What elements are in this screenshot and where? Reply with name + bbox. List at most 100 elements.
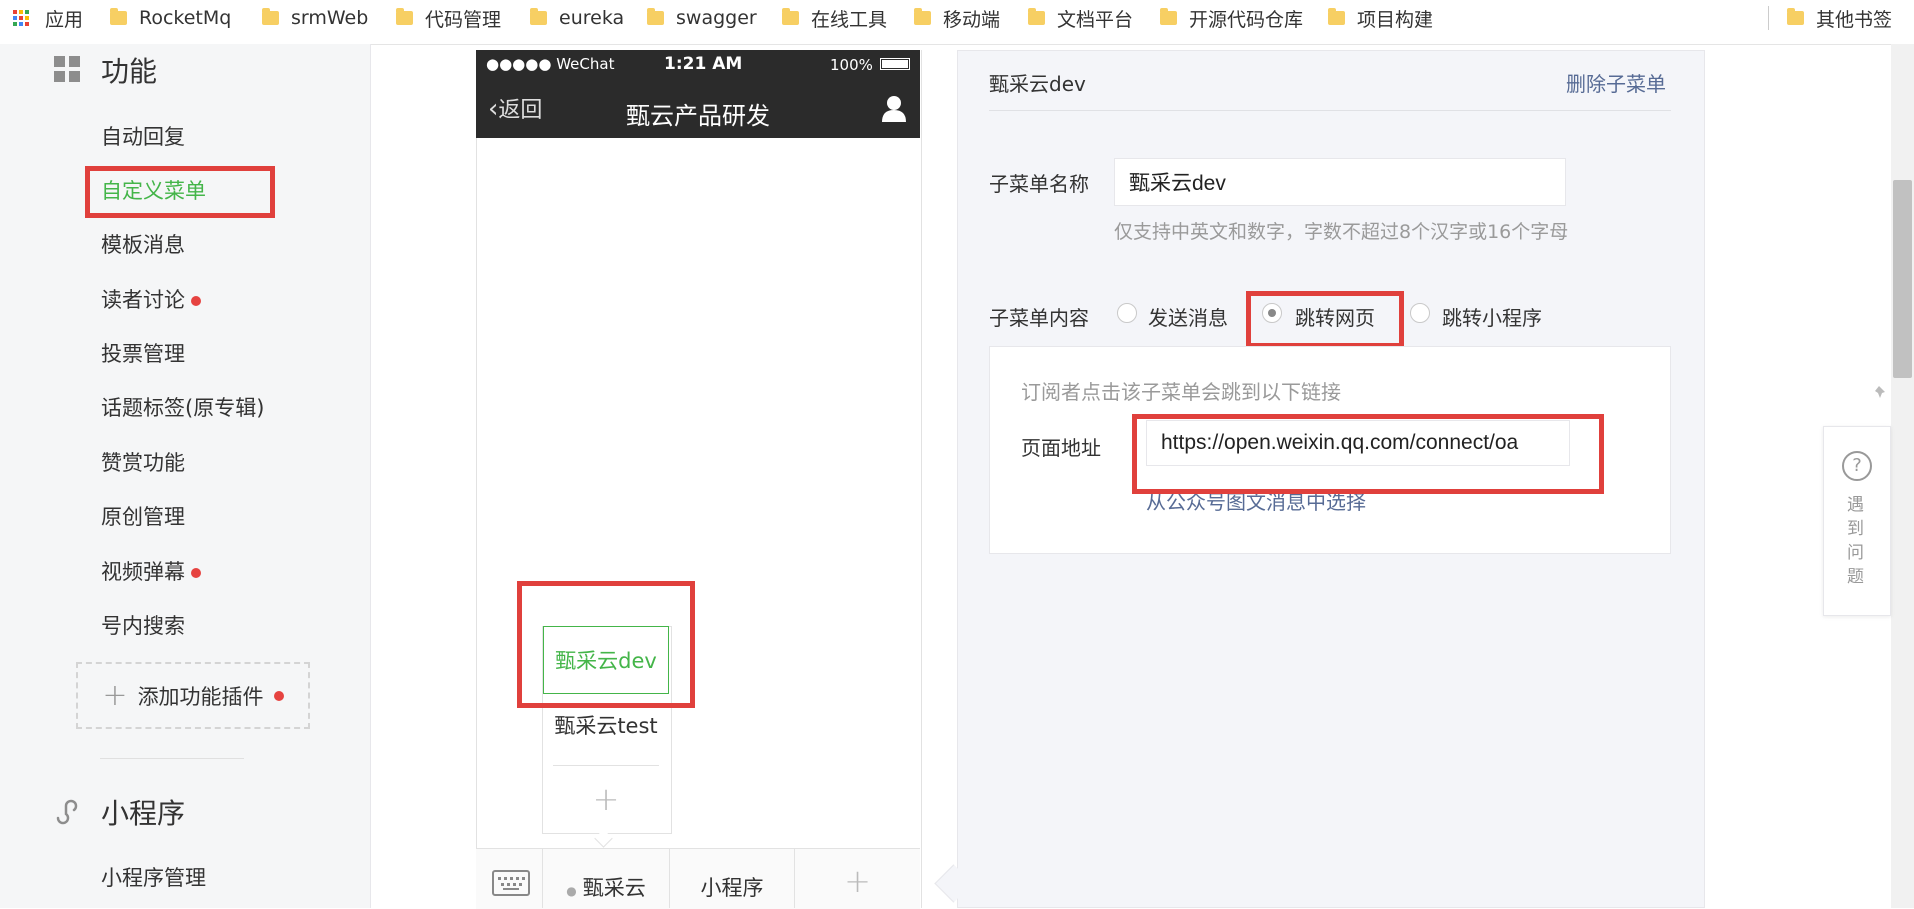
sidebar-item-topic-tags[interactable]: 话题标签(原专辑) xyxy=(101,392,264,422)
bookmark-rocketmq[interactable]: RocketMq xyxy=(110,0,231,36)
radio-send-message[interactable] xyxy=(1117,303,1137,323)
bookmarks-bar: 应用 RocketMq srmWeb 代码管理 eureka swagger 在… xyxy=(0,0,1914,45)
folder-icon xyxy=(647,8,664,25)
highlight-box-url xyxy=(1132,414,1604,494)
status-time: 1:21 AM xyxy=(664,54,743,74)
bottom-menu-item[interactable]: ● 甄采云 xyxy=(543,872,669,902)
editor-header-name: 甄采云dev xyxy=(989,72,1086,96)
sidebar-item-template-msg[interactable]: 模板消息 xyxy=(101,229,185,259)
submenu-content-label: 子菜单内容 xyxy=(989,306,1089,330)
bookmark-label: swagger xyxy=(676,7,757,29)
folder-icon xyxy=(1160,8,1177,25)
highlight-box-custom-menu xyxy=(85,166,275,218)
sidebar-item-vote[interactable]: 投票管理 xyxy=(101,338,185,368)
mini-program-icon xyxy=(52,796,82,826)
submenu-item[interactable]: 甄采云test xyxy=(543,710,669,740)
option-send-message[interactable]: 发送消息 xyxy=(1148,302,1228,331)
bookmark-docs[interactable]: 文档平台 xyxy=(1028,0,1133,36)
bookmark-mobile[interactable]: 移动端 xyxy=(914,0,1000,36)
phone-header: ●●●●● WeChat 1:21 AM 100% ‹返回 甄云产品研发 xyxy=(476,50,920,138)
highlight-box-submenu xyxy=(517,581,695,708)
delete-submenu-link[interactable]: 删除子菜单 xyxy=(1566,68,1666,97)
editor-header-divider xyxy=(989,110,1671,111)
radio-jump-mini-program[interactable] xyxy=(1410,303,1430,323)
section-title-mini-program: 小程序 xyxy=(101,797,186,830)
bookmark-label: srmWeb xyxy=(291,7,369,29)
grid-icon xyxy=(54,56,80,82)
link-description: 订阅者点击该子菜单会跳到以下链接 xyxy=(1021,380,1341,404)
apps-grid-icon xyxy=(13,10,29,26)
bookmark-online-tools[interactable]: 在线工具 xyxy=(782,0,887,36)
sidebar-item-reader-discussion[interactable]: 读者讨论 xyxy=(101,284,201,314)
sidebar-item-search[interactable]: 号内搜索 xyxy=(101,610,185,640)
plus-icon: + xyxy=(592,780,620,818)
user-icon[interactable] xyxy=(880,94,908,122)
bookmark-other[interactable]: 其他书签 xyxy=(1787,0,1892,36)
scrollbar-track[interactable] xyxy=(1891,44,1914,908)
bookmark-project-build[interactable]: 项目构建 xyxy=(1328,0,1433,36)
url-label: 页面地址 xyxy=(1021,436,1101,460)
highlight-box-option xyxy=(1246,291,1404,348)
bookmark-label: 其他书签 xyxy=(1816,8,1893,31)
submenu-divider xyxy=(553,765,659,766)
folder-icon xyxy=(110,8,127,25)
section-title-features: 功能 xyxy=(101,55,158,88)
notification-dot xyxy=(191,296,201,306)
apps-bookmark[interactable]: 应用 xyxy=(13,0,83,36)
plus-icon: + xyxy=(102,678,128,713)
sidebar-item-label: 读者讨论 xyxy=(101,288,185,312)
submenu-name-hint: 仅支持中英文和数字，字数不超过8个汉字或16个字母 xyxy=(1114,221,1569,243)
plus-icon: + xyxy=(844,862,871,900)
bookmark-label: 开源代码仓库 xyxy=(1189,8,1304,31)
submenu-label: 甄采云test xyxy=(554,714,658,738)
folder-icon xyxy=(262,8,279,25)
dot-icon: ● xyxy=(566,884,577,898)
bottom-menu-label: 甄采云 xyxy=(582,876,646,900)
bottom-menu-label: 小程序 xyxy=(700,876,764,900)
sidebar-item-video-danmu[interactable]: 视频弹幕 xyxy=(101,556,201,586)
bottom-menu-item[interactable]: 小程序 xyxy=(670,872,794,902)
sidebar-item-original[interactable]: 原创管理 xyxy=(101,501,185,531)
help-widget[interactable]: ? 遇到问题 xyxy=(1823,426,1891,616)
question-icon: ? xyxy=(1842,451,1872,481)
folder-icon xyxy=(1787,8,1804,25)
notification-dot xyxy=(191,568,201,578)
bookmark-code-management[interactable]: 代码管理 xyxy=(396,0,501,36)
add-menu-button[interactable]: + xyxy=(795,862,920,900)
keyboard-icon[interactable] xyxy=(492,870,530,896)
folder-icon xyxy=(1028,8,1045,25)
folder-icon xyxy=(782,8,799,25)
submenu-name-input[interactable] xyxy=(1114,158,1566,206)
add-plugin-button[interactable]: + 添加功能插件 xyxy=(76,662,310,729)
sidebar-item-auto-reply[interactable]: 自动回复 xyxy=(101,121,185,151)
battery-text: 100% xyxy=(830,56,873,74)
bookmark-eureka[interactable]: eureka xyxy=(530,0,624,36)
pin-icon xyxy=(1874,384,1888,398)
sidebar-item-label: 视频弹幕 xyxy=(101,560,185,584)
bookmark-open-source[interactable]: 开源代码仓库 xyxy=(1160,0,1303,36)
bookmark-divider xyxy=(1768,6,1769,30)
notification-dot xyxy=(273,690,284,701)
help-text: 遇到问题 xyxy=(1847,495,1864,587)
bookmark-label: 移动端 xyxy=(943,8,1001,31)
battery-icon xyxy=(880,58,910,70)
bookmark-label: 代码管理 xyxy=(425,8,502,31)
folder-icon xyxy=(1328,8,1345,25)
phone-title: 甄云产品研发 xyxy=(626,102,770,130)
carrier-text: ●●●●● WeChat xyxy=(486,55,615,73)
bookmark-swagger[interactable]: swagger xyxy=(647,0,757,36)
scrollbar-thumb[interactable] xyxy=(1893,180,1912,378)
sidebar-item-reward[interactable]: 赞赏功能 xyxy=(101,447,185,477)
bookmark-label: 项目构建 xyxy=(1357,8,1434,31)
sidebar-item-mini-program-management[interactable]: 小程序管理 xyxy=(101,862,206,892)
bookmark-label: RocketMq xyxy=(139,7,232,29)
option-jump-mini-program[interactable]: 跳转小程序 xyxy=(1442,302,1542,331)
submenu-name-label: 子菜单名称 xyxy=(989,172,1089,196)
folder-icon xyxy=(914,8,931,25)
sidebar-divider xyxy=(100,758,244,759)
bookmark-srmweb[interactable]: srmWeb xyxy=(262,0,368,36)
folder-icon xyxy=(396,8,413,25)
add-plugin-label: 添加功能插件 xyxy=(137,684,264,709)
folder-icon xyxy=(530,8,547,25)
add-submenu-button[interactable]: + xyxy=(543,780,669,818)
